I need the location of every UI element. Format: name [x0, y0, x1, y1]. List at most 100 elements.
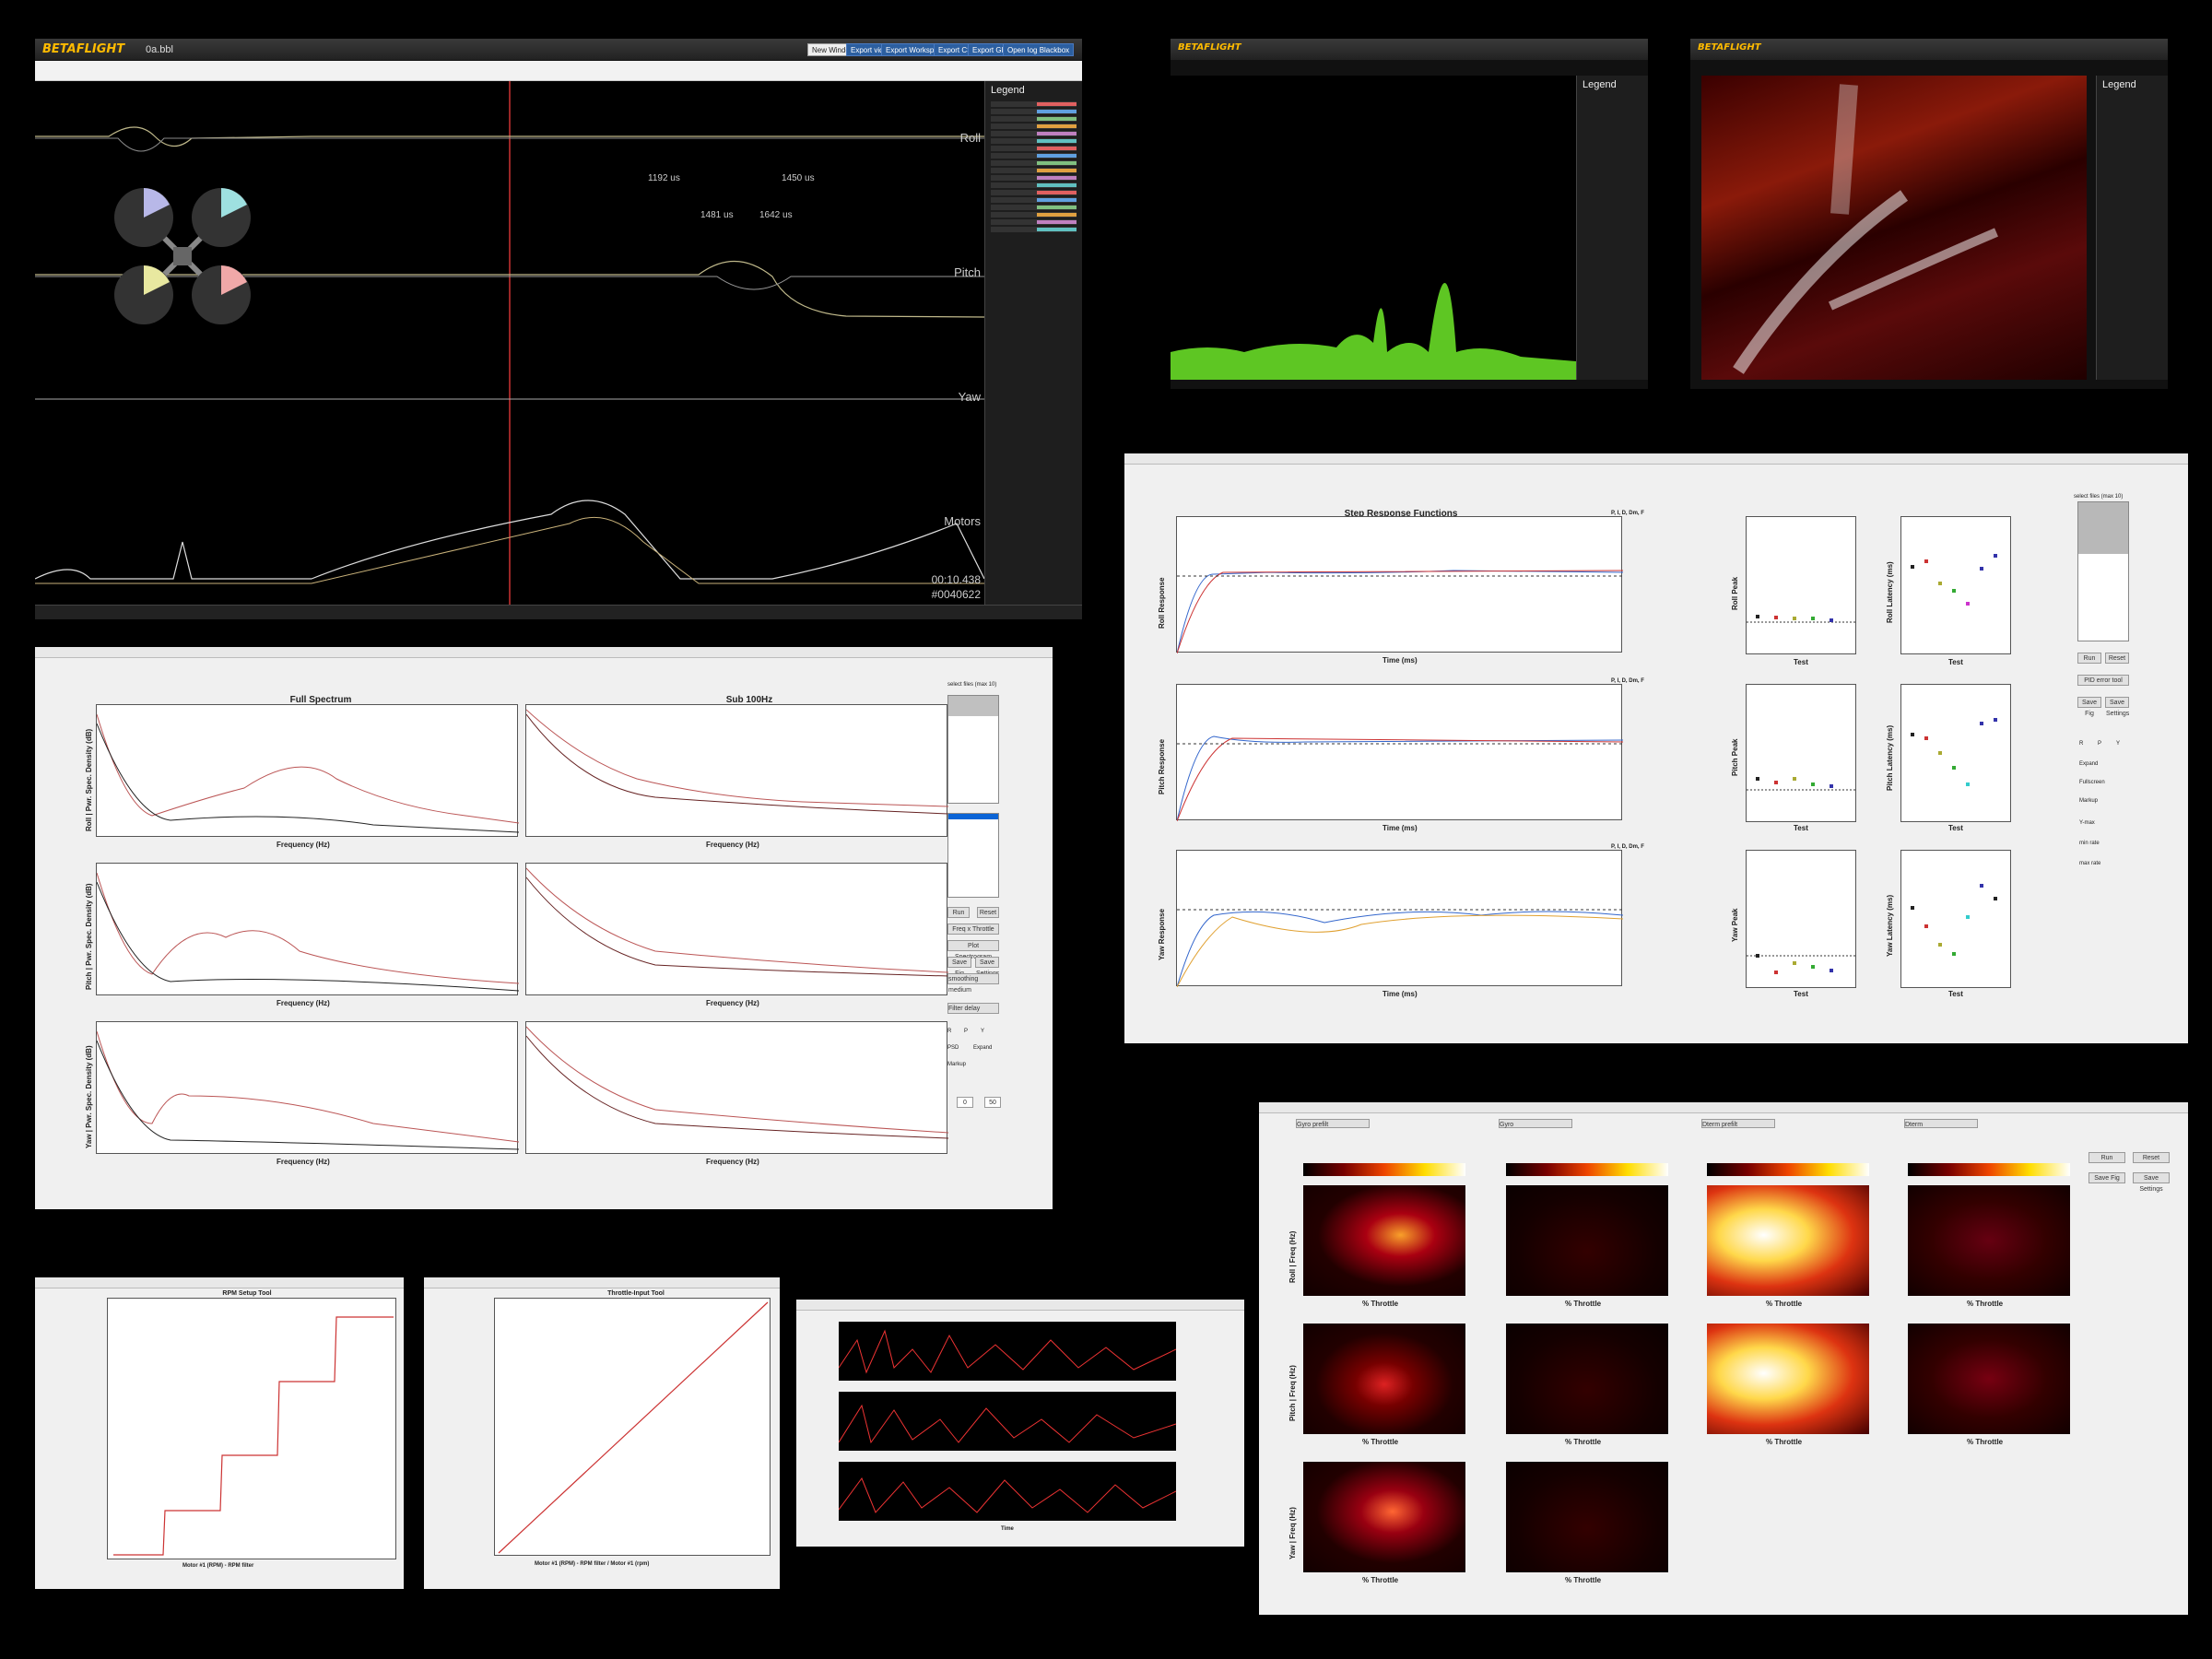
heatmap-graph[interactable] [1701, 76, 2087, 380]
psd-checkbox[interactable]: PSD [947, 1045, 959, 1051]
freq-throttle-button[interactable]: Freq x Throttle [947, 924, 999, 935]
fullscreen-checkbox[interactable]: Fullscreen [2079, 780, 2105, 785]
files-label: select files (max 10) [2074, 494, 2124, 500]
reset-button[interactable]: Reset [2133, 1152, 2170, 1163]
save-fig-button[interactable]: Save Fig [2088, 1172, 2125, 1183]
pid-header: P, I, D, Dm, F [1611, 511, 1644, 516]
files-label: select files (max 10) [947, 682, 997, 688]
save-settings-button[interactable]: Save Settings [2133, 1172, 2170, 1193]
markup-checkbox[interactable]: Markup [2079, 798, 2098, 804]
run-button[interactable]: Run [947, 907, 970, 918]
test-label: Test [1948, 824, 1963, 832]
time-readout: 00:10.438 [931, 573, 981, 586]
radio-y[interactable]: Y [981, 1029, 984, 1034]
reset-button[interactable]: Reset [977, 907, 999, 918]
expand-checkbox[interactable]: Expand [2079, 761, 2098, 767]
throttle-x-label: % Throttle [1362, 1576, 1399, 1584]
time-x-label: Time [1001, 1526, 1014, 1532]
pitch-step-plot [1176, 684, 1623, 821]
throttle-plot-title: Throttle-Input Tool [607, 1290, 665, 1297]
colorbar [1506, 1163, 1668, 1176]
roll-axis-label: Roll [959, 131, 981, 145]
pitch-sub100-plot [525, 863, 948, 995]
pid-header: P, I, D, Dm, F [1611, 678, 1644, 684]
spectrum-graph[interactable] [1171, 76, 1576, 380]
window-titlebar [35, 1277, 404, 1288]
colorbar [1303, 1163, 1465, 1176]
file-listbox[interactable] [2077, 501, 2129, 641]
dropdown-dterm-prefilt[interactable]: Dterm prefilt [1701, 1119, 1775, 1128]
open-log-button[interactable]: Open log Blackbox [1003, 43, 1075, 56]
test-label: Test [1794, 990, 1808, 998]
throttle-x-label: % Throttle [1565, 1576, 1602, 1584]
pitch-freq-label: Pitch | Freq (Hz) [1288, 1365, 1297, 1421]
pitch-peak-label: Pitch Peak [1731, 738, 1739, 776]
yaw-peak-plot [1746, 850, 1857, 988]
min-field[interactable]: 0 [957, 1097, 973, 1108]
reset-button[interactable]: Reset [2105, 653, 2129, 664]
motor-value-2: 1450 us [782, 173, 815, 183]
legend-title: Legend [991, 85, 1025, 96]
heatmap-cell [1908, 1324, 2070, 1434]
freq-throttle-window: Gyro prefilt Gyro Dterm prefilt Dterm % … [1259, 1102, 2188, 1615]
legend-rows[interactable] [985, 101, 1082, 562]
settings-panel[interactable] [428, 1292, 485, 1569]
max-field[interactable]: 50 [984, 1097, 1001, 1108]
dropdown-gyro[interactable]: Gyro [1499, 1119, 1572, 1128]
throttle-input-window: Throttle-Input Tool Motor #1 (RPM) - RPM… [424, 1277, 780, 1589]
playback-controls[interactable] [35, 61, 1082, 81]
throttle-x-label: % Throttle [1362, 1438, 1399, 1446]
save-fig-button[interactable]: Save Fig [947, 957, 971, 977]
pitch-latency-plot [1900, 684, 2011, 822]
rpm-plot-title: RPM Setup Tool [222, 1290, 272, 1297]
filter-delay-dropdown[interactable]: Filter delay [947, 1003, 999, 1014]
markup-checkbox[interactable]: Markup [947, 1062, 966, 1067]
x-axis-label: Frequency (Hz) [276, 999, 330, 1007]
quad-visual [109, 182, 256, 330]
spectrogram-button[interactable]: Plot Spectrogram [947, 940, 999, 960]
heatmap-svg [1733, 84, 1998, 374]
dropdown-gyro-prefilt[interactable]: Gyro prefilt [1296, 1119, 1370, 1128]
radio-r[interactable]: R [947, 1029, 951, 1034]
betaflight-logo: BETAFLIGHT [1698, 42, 1761, 53]
settings-panel[interactable] [39, 1292, 100, 1569]
save-fig-button[interactable]: Save Fig [2077, 697, 2101, 717]
throttle-x-label: % Throttle [1362, 1300, 1399, 1308]
expand-checkbox[interactable]: Expand [973, 1045, 992, 1051]
dropdown-dterm[interactable]: Dterm [1904, 1119, 1978, 1128]
log-graph[interactable]: Roll Pitch Yaw Motors 1192 us 1450 us 14… [35, 81, 984, 605]
legend-title: Legend [2102, 79, 2136, 90]
heatmap-cell [1908, 1185, 2070, 1296]
run-button[interactable]: Run [2088, 1152, 2125, 1163]
save-settings-button[interactable]: Save Settings [2105, 697, 2129, 717]
spectrum-svg [1171, 283, 1576, 380]
yaw-latency-plot [1900, 850, 2011, 988]
window-titlebar [1124, 453, 2188, 465]
roll-peak-label: Roll Peak [1731, 576, 1739, 610]
window-titlebar [796, 1300, 1244, 1311]
throttle-x-label: Motor #1 (RPM) - RPM filter / Motor #1 (… [535, 1561, 650, 1567]
roll-peak-plot [1746, 516, 1857, 654]
trace-plot-pitch [839, 1392, 1176, 1451]
smoothing-dropdown[interactable]: smoothing medium [947, 973, 999, 994]
run-button[interactable]: Run [2077, 653, 2101, 664]
step-x-label: Time (ms) [1382, 656, 1418, 665]
pid-error-tool-button[interactable]: PID error tool [2077, 675, 2129, 686]
step-x-label: Time (ms) [1382, 990, 1418, 998]
heatmap-legend: Legend [2096, 76, 2168, 380]
radio-y[interactable]: Y [2116, 741, 2120, 747]
roll-full-plot [96, 704, 519, 837]
radio-p[interactable]: P [964, 1029, 968, 1034]
heatmap-cell [1707, 1324, 1869, 1434]
yaw-full-plot [96, 1021, 519, 1154]
signal-listbox[interactable] [947, 813, 999, 898]
radio-r[interactable]: R [2079, 741, 2083, 747]
frame-readout: #0040622 [931, 588, 981, 601]
colorbar [1707, 1163, 1869, 1176]
heatmap-cell [1303, 1324, 1465, 1434]
radio-p[interactable]: P [2098, 741, 2101, 747]
save-settings-button[interactable]: Save Settings [975, 957, 999, 977]
roll-latency-label: Roll Latency (ms) [1886, 561, 1894, 623]
timeline-bar[interactable] [35, 605, 1082, 619]
file-listbox[interactable] [947, 695, 999, 804]
